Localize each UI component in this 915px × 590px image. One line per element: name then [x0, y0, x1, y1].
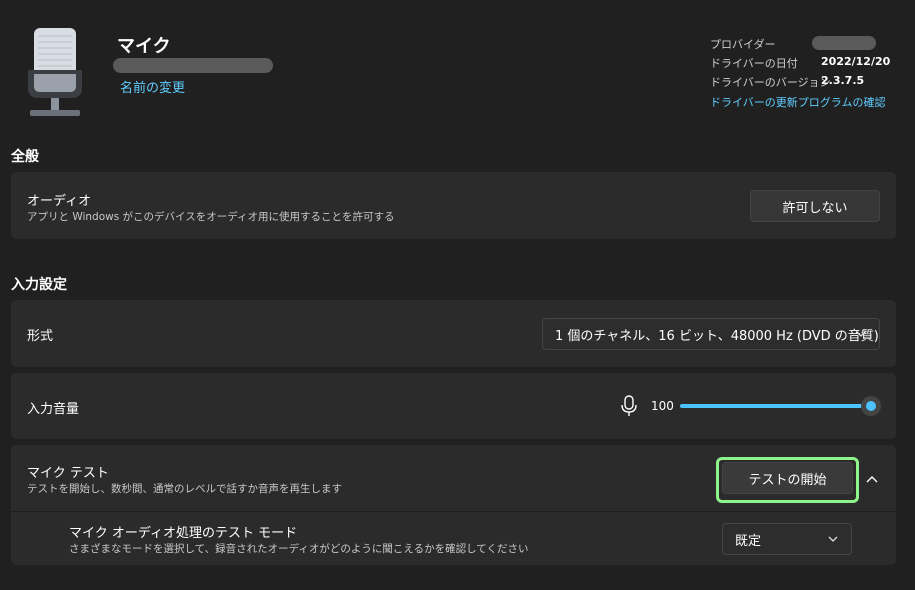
format-dropdown[interactable]: 1 個のチャネル、16 ビット、48000 Hz (DVD の音質): [542, 318, 880, 350]
audio-card: オーディオ アプリと Windows がこのデバイスをオーディオ用に使用すること…: [11, 172, 896, 239]
driver-date-label: ドライバーの日付: [710, 57, 798, 70]
card-divider: [11, 511, 896, 512]
chevron-down-icon: [856, 331, 866, 337]
format-value: 1 個のチャネル、16 ビット、48000 Hz (DVD の音質): [555, 328, 879, 344]
mic-test-title: マイク テスト: [27, 466, 109, 481]
format-label: 形式: [27, 329, 54, 344]
provider-label: プロバイダー: [710, 38, 776, 51]
audio-title: オーディオ: [27, 194, 92, 209]
device-name: マイク: [117, 36, 171, 57]
microphone-icon: [620, 395, 638, 417]
volume-value: 100: [651, 399, 674, 413]
volume-slider-track[interactable]: [680, 404, 870, 408]
chevron-down-icon: [828, 536, 838, 542]
test-mode-title: マイク オーディオ処理のテスト モード: [69, 526, 298, 541]
volume-label: 入力音量: [27, 402, 80, 417]
microphone-hero-icon: [26, 26, 84, 118]
redacted-provider-value: [812, 36, 876, 50]
test-mode-value: 既定: [735, 533, 762, 549]
format-card: 形式 1 個のチャネル、16 ビット、48000 Hz (DVD の音質): [11, 300, 896, 367]
driver-date-value: 2022/12/20: [821, 55, 891, 68]
disallow-button[interactable]: 許可しない: [750, 190, 880, 222]
highlight-box: [716, 457, 859, 503]
driver-version-label: ドライバーのバージョン: [710, 76, 831, 89]
redacted-device-detail: [113, 58, 273, 73]
driver-update-link[interactable]: ドライバーの更新プログラムの確認: [710, 94, 885, 110]
audio-description: アプリと Windows がこのデバイスをオーディオ用に使用することを許可する: [27, 211, 395, 223]
volume-slider-thumb[interactable]: [861, 396, 881, 416]
mic-test-description: テストを開始し、数秒間、通常のレベルで話すか音声を再生します: [27, 483, 342, 495]
input-settings-title: 入力設定: [11, 277, 67, 293]
driver-version-value: 2.3.7.5: [821, 74, 865, 87]
chevron-up-icon[interactable]: [864, 471, 880, 485]
test-mode-dropdown[interactable]: 既定: [722, 523, 852, 555]
rename-link[interactable]: 名前の変更: [120, 77, 185, 96]
test-mode-description: さまざまなモードを選択して、録音されたオーディオがどのように聞こえるかを確認して…: [69, 543, 529, 555]
general-section-title: 全般: [11, 149, 39, 165]
